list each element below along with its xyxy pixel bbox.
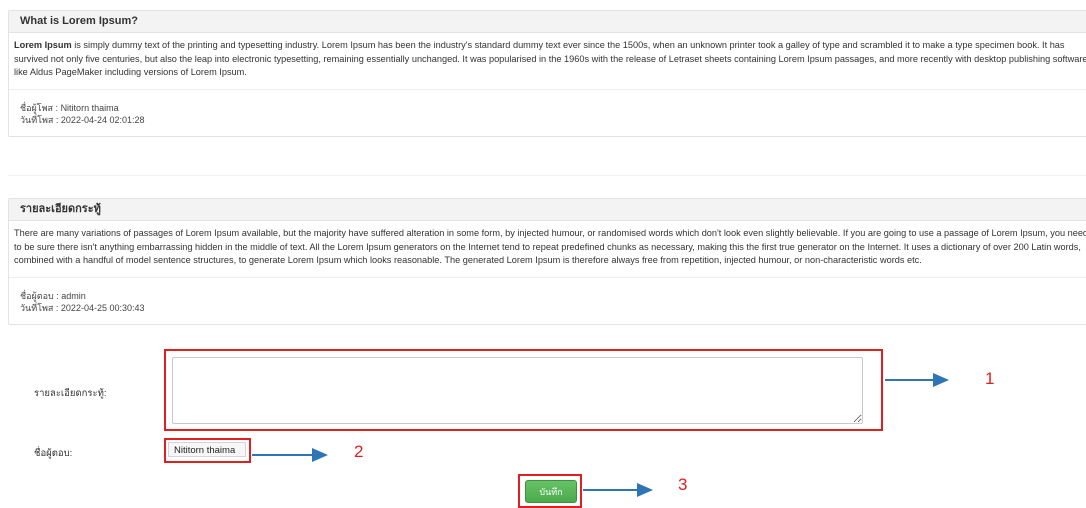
annotation-arrowhead-2 xyxy=(312,448,328,462)
replier-name: admin xyxy=(61,290,86,301)
annotation-number-2: 2 xyxy=(354,442,364,461)
topic-panel: What is Lorem Ipsum? Lorem Ipsum is simp… xyxy=(8,10,1086,137)
annotation-box-2 xyxy=(164,438,251,463)
annotation-arrow-2 xyxy=(252,454,314,456)
section-separator xyxy=(8,175,1086,176)
annotation-number-1: 1 xyxy=(985,369,995,388)
replier-label: ชื่อผู้ตอบ xyxy=(20,290,54,301)
reply-meta: ชื่อผู้ตอบ : admin วันที่โพส : 2022-04-2… xyxy=(20,290,145,313)
annotation-arrow-3 xyxy=(583,489,639,491)
topic-body-text: is simply dummy text of the printing and… xyxy=(14,40,1086,77)
topic-date-label: วันที่โพส xyxy=(20,114,54,125)
reply-date: 2022-04-25 00:30:43 xyxy=(60,302,145,313)
topic-title: What is Lorem Ipsum? xyxy=(9,11,1086,33)
annotation-arrowhead-3 xyxy=(637,483,653,497)
annotation-number-3: 3 xyxy=(678,475,688,494)
poster-label: ชื่อผู้โพส xyxy=(20,102,54,113)
poster-name: Nititorn thaima xyxy=(60,102,119,113)
reply-title: รายละเอียดกระทู้ xyxy=(9,199,1086,221)
detail-field-label: รายละเอียดกระทู้: xyxy=(34,388,107,399)
reply-date-label: วันที่โพส xyxy=(20,302,54,313)
annotation-box-1 xyxy=(164,349,883,431)
topic-date: 2022-04-24 02:01:28 xyxy=(60,114,145,125)
topic-meta: ชื่อผู้โพส : Nititorn thaima วันที่โพส :… xyxy=(20,102,145,125)
annotation-arrowhead-1 xyxy=(933,373,949,387)
reply-panel: รายละเอียดกระทู้ There are many variatio… xyxy=(8,198,1086,325)
name-field-label: ชื่อผู้ตอบ: xyxy=(34,448,73,459)
reply-body: There are many variations of passages of… xyxy=(14,228,1086,265)
topic-body-bold: Lorem Ipsum xyxy=(14,40,72,50)
annotation-box-3 xyxy=(518,474,582,508)
topic-body: Lorem Ipsum is simply dummy text of the … xyxy=(9,33,1086,80)
annotation-arrow-1 xyxy=(885,379,935,381)
